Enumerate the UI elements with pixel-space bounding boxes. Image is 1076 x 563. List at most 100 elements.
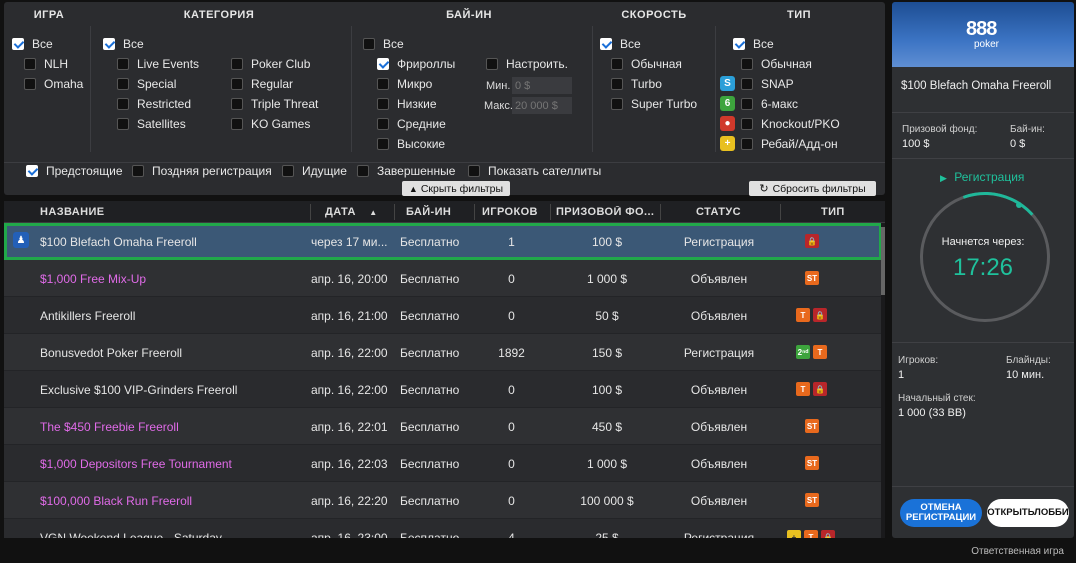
checkbox-box[interactable]	[231, 58, 243, 70]
speed-1-checkbox[interactable]: Обычная	[611, 57, 682, 71]
cancel-registration-button[interactable]: ОТМЕНА РЕГИСТРАЦИИ	[900, 499, 982, 527]
open-lobby-button[interactable]: ОТКРЫТЬЛОББИ	[987, 499, 1069, 527]
col-header-name[interactable]: НАЗВАНИЕ	[40, 206, 105, 218]
type-2-checkbox[interactable]: SNAP	[741, 77, 794, 91]
col-header-players[interactable]: ИГРОКОВ	[482, 206, 538, 218]
checkbox-box[interactable]	[733, 38, 745, 50]
checkbox-box[interactable]	[117, 118, 129, 130]
buyin-3-checkbox[interactable]: Низкие	[377, 97, 437, 111]
buyin-all-checkbox[interactable]: Все	[363, 37, 404, 51]
checkbox-box[interactable]	[611, 98, 623, 110]
reset-filters-button[interactable]: ↻ Сбросить фильтры	[749, 181, 876, 196]
checkbox-box[interactable]	[12, 38, 24, 50]
checkbox-box[interactable]	[741, 78, 753, 90]
checkbox-box[interactable]	[117, 78, 129, 90]
game-all-checkbox[interactable]: Все	[12, 37, 53, 51]
buyin-max-input[interactable]	[512, 97, 572, 114]
type-regular-checkbox[interactable]: Обычная	[741, 57, 812, 71]
checkbox-box[interactable]	[231, 98, 243, 110]
checkbox-box[interactable]	[231, 78, 243, 90]
scrollbar-thumb[interactable]	[881, 227, 885, 295]
table-row[interactable]: The $450 Freebie Freeroll апр. 16, 22:01 Б…	[4, 408, 882, 445]
game-nlh-checkbox[interactable]: NLH	[24, 57, 68, 71]
type-4-checkbox[interactable]: Knockout/PKO	[741, 117, 840, 131]
table-row[interactable]: Bonusvedot Poker Freeroll апр. 16, 22:00 Б…	[4, 334, 882, 371]
hide-filters-button[interactable]: ▲ Скрыть фильтры	[402, 181, 510, 196]
tournament-players: 0	[508, 457, 515, 471]
type-all-checkbox[interactable]: Все	[733, 37, 774, 51]
col-header-buyin[interactable]: БАЙ-ИН	[406, 206, 451, 218]
col-header-type[interactable]: ТИП	[821, 206, 845, 218]
buyin-2-checkbox[interactable]: Микро	[377, 77, 432, 91]
checkbox-box[interactable]	[24, 78, 36, 90]
category-8-checkbox[interactable]: KO Games	[231, 117, 310, 131]
col-header-date-label: ДАТА	[325, 206, 356, 218]
checkbox-box[interactable]	[741, 138, 753, 150]
type-5-checkbox[interactable]: Ребай/Адд-он	[741, 137, 838, 151]
checkbox-box[interactable]	[741, 118, 753, 130]
buyin-min-input[interactable]	[512, 77, 572, 94]
buyin-custom-checkbox[interactable]: Настроить.	[486, 57, 568, 71]
status-3-checkbox[interactable]: Завершенные	[357, 164, 455, 178]
status-0-checkbox[interactable]: Предстоящие	[26, 164, 123, 178]
category-4-checkbox[interactable]: Satellites	[117, 117, 186, 131]
checkbox-box[interactable]	[468, 165, 480, 177]
checkbox-box[interactable]	[103, 38, 115, 50]
table-row[interactable]: Antikillers Freeroll апр. 16, 21:00 Беспла…	[4, 297, 882, 334]
table-row[interactable]: VGN Weekend League - Saturday апр. 16, 23…	[4, 519, 882, 538]
checkbox-box[interactable]	[377, 98, 389, 110]
col-header-status[interactable]: СТАТУС	[696, 206, 741, 218]
category-1-checkbox[interactable]: Live Events	[117, 57, 199, 71]
category-6-checkbox[interactable]: Regular	[231, 77, 293, 91]
status-1-checkbox[interactable]: Поздняя регистрация	[132, 164, 272, 178]
category-all-checkbox[interactable]: Все	[103, 37, 144, 51]
checkbox-box[interactable]	[377, 58, 389, 70]
category-2-checkbox[interactable]: Special	[117, 77, 176, 91]
buyin-5-checkbox[interactable]: Высокие	[377, 137, 445, 151]
category-3-checkbox[interactable]: Restricted	[117, 97, 191, 111]
status-4-checkbox[interactable]: Показать сателлиты	[468, 164, 601, 178]
table-row[interactable]: $1,000 Depositors Free Tournament апр. 16…	[4, 445, 882, 482]
checkbox-box[interactable]	[117, 98, 129, 110]
checkbox-box[interactable]	[611, 58, 623, 70]
responsible-gaming-link[interactable]: Ответственная игра	[971, 546, 1064, 557]
blinds-label: Блайнды:	[1006, 355, 1051, 366]
table-scrollbar[interactable]	[881, 223, 885, 538]
checkbox-box[interactable]	[377, 138, 389, 150]
buyin-1-checkbox[interactable]: Фрироллы	[377, 57, 455, 71]
checkbox-box[interactable]	[486, 58, 498, 70]
players-label: Игроков:	[898, 355, 939, 366]
table-row[interactable]: ♟ $100 Blefach Omaha Freeroll через 17 ми.…	[4, 223, 882, 260]
checkbox-box[interactable]	[611, 78, 623, 90]
buyin-4-checkbox[interactable]: Средние	[377, 117, 446, 131]
checkbox-box[interactable]	[24, 58, 36, 70]
table-row[interactable]: Exclusive $100 VIP-Grinders Freeroll апр.…	[4, 371, 882, 408]
checkbox-box[interactable]	[377, 78, 389, 90]
checkbox-box[interactable]	[282, 165, 294, 177]
category-5-checkbox[interactable]: Poker Club	[231, 57, 310, 71]
checkbox-box[interactable]	[357, 165, 369, 177]
checkbox-box[interactable]	[26, 165, 38, 177]
checkbox-box[interactable]	[741, 58, 753, 70]
checkbox-box[interactable]	[117, 58, 129, 70]
speed-3-checkbox[interactable]: Super Turbo	[611, 97, 697, 111]
speed-all-checkbox[interactable]: Все	[600, 37, 641, 51]
checkbox-box[interactable]	[363, 38, 375, 50]
divider	[310, 204, 311, 220]
table-row[interactable]: $100,000 Black Run Freeroll апр. 16, 22:2…	[4, 482, 882, 519]
col-header-prize[interactable]: ПРИЗОВОЙ ФО...	[556, 206, 660, 218]
checkbox-box[interactable]	[231, 118, 243, 130]
checkbox-box[interactable]	[377, 118, 389, 130]
table-row[interactable]: $1,000 Free Mix-Up апр. 16, 20:00 Бесплатн…	[4, 260, 882, 297]
category-7-checkbox[interactable]: Triple Threat	[231, 97, 318, 111]
category-4-label: Satellites	[137, 117, 186, 131]
checkbox-box[interactable]	[132, 165, 144, 177]
checkbox-box[interactable]	[600, 38, 612, 50]
col-header-date[interactable]: ДАТА ▲	[325, 206, 378, 218]
status-2-checkbox[interactable]: Идущие	[282, 164, 347, 178]
game-omaha-checkbox[interactable]: Omaha	[24, 77, 83, 91]
speed-2-checkbox[interactable]: Turbo	[611, 77, 662, 91]
tournament-buyin: Бесплатно	[400, 457, 460, 471]
type-3-checkbox[interactable]: 6-макс	[741, 97, 798, 111]
checkbox-box[interactable]	[741, 98, 753, 110]
